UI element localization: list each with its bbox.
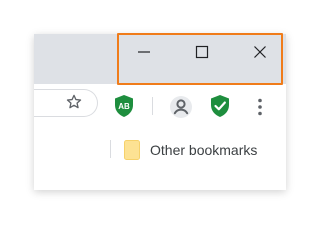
close-icon: [254, 46, 266, 58]
minimize-icon: [138, 51, 150, 53]
maximize-icon: [195, 45, 209, 59]
vertical-dots-menu-icon: [258, 98, 262, 116]
bookmark-other-bookmarks[interactable]: Other bookmarks: [124, 138, 257, 162]
main-menu-button[interactable]: [252, 94, 268, 120]
bookmarks-divider: [110, 140, 111, 158]
folder-icon: [124, 140, 140, 160]
extension-ab-button[interactable]: AB: [112, 94, 136, 118]
account-circle-icon: [170, 96, 192, 118]
profile-button[interactable]: [168, 94, 194, 120]
bookmark-label: Other bookmarks: [150, 142, 258, 158]
maximize-button[interactable]: [178, 38, 226, 66]
shield-check-icon: [211, 95, 229, 117]
minimize-button[interactable]: [120, 38, 168, 66]
toolbar-divider: [152, 97, 153, 115]
extension-ab-badge: AB: [118, 101, 130, 111]
star-outline-icon: [66, 94, 82, 109]
extension-shield-button[interactable]: [208, 94, 232, 118]
bookmark-star-button[interactable]: [60, 88, 88, 116]
close-button[interactable]: [236, 38, 284, 66]
